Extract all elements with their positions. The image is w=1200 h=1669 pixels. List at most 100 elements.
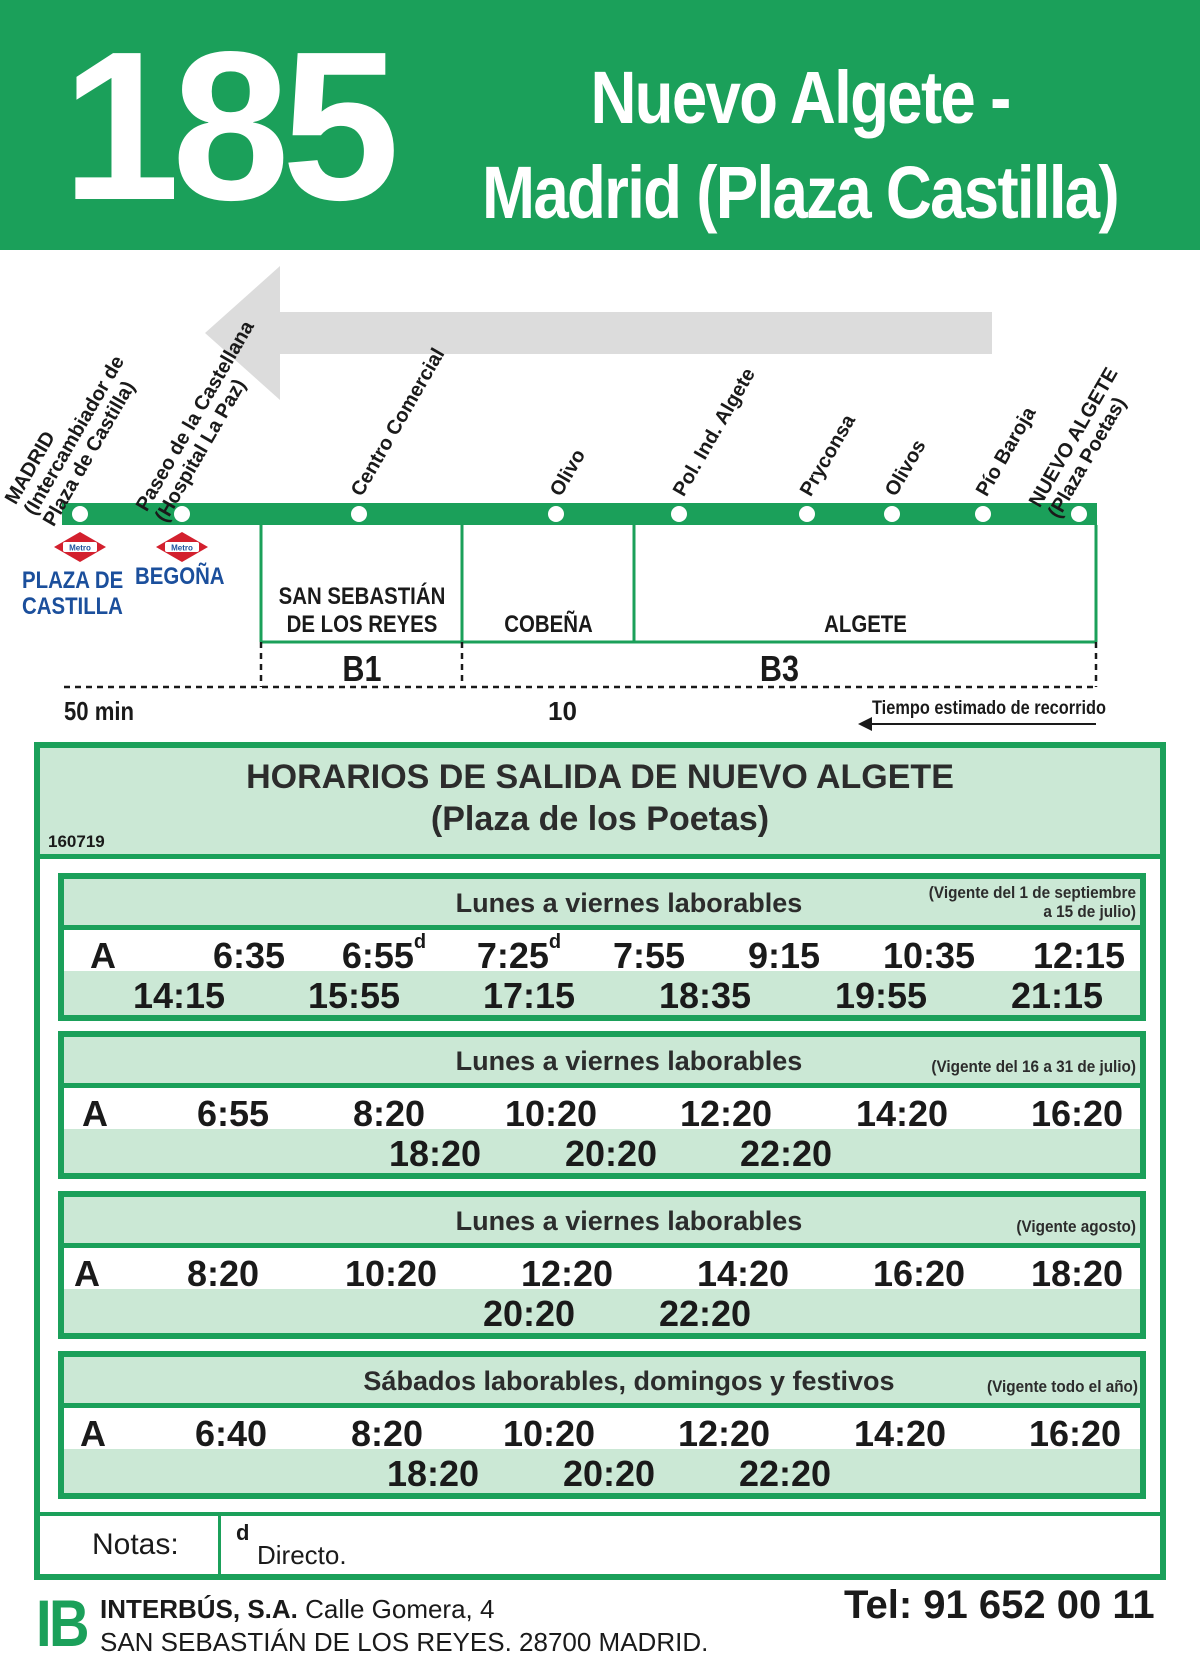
- departure-time: 7:25d: [476, 931, 562, 976]
- validity-note: (Vigente del 16 a 31 de julio): [931, 1057, 1136, 1076]
- notes-symbol: d: [236, 1520, 250, 1545]
- row-marker: A: [74, 1253, 100, 1294]
- zone-san-sebastian: SAN SEBASTIÁN DE LOS REYES: [278, 583, 446, 638]
- stop-dot: [1071, 506, 1087, 522]
- metro-badge-text: Metro: [171, 544, 193, 553]
- block-header: Lunes a viernes laborables (Vigente del …: [64, 879, 1140, 930]
- route-title-line2: Madrid (Plaza Castilla): [482, 151, 1120, 234]
- departure-time: 22:20: [738, 1453, 832, 1494]
- departure-time: 15:55: [307, 975, 401, 1016]
- footer-address-line2: SAN SEBASTIÁN DE LOS REYES. 28700 MADRID…: [100, 1627, 709, 1657]
- departure-time: 14:15: [132, 975, 226, 1016]
- departure-time: 10:20: [344, 1253, 438, 1294]
- departure-time: 14:20: [853, 1413, 947, 1454]
- departure-time: 20:20: [482, 1293, 576, 1334]
- departure-time: 9:15: [747, 935, 821, 976]
- fare-zone-b1: B1: [342, 648, 382, 689]
- departure-time: 12:20: [520, 1253, 614, 1294]
- notes-label: Notas:: [92, 1528, 179, 1561]
- block-header: Sábados laborables, domingos y festivos …: [64, 1357, 1140, 1408]
- footer-address-line1: INTERBÚS, S.A. Calle Gomera, 4: [100, 1594, 494, 1625]
- row-marker: A: [80, 1413, 106, 1454]
- departure-time: 6:55: [196, 1093, 270, 1134]
- validity-note: (Vigente todo el año): [986, 1377, 1138, 1396]
- stop-dot: [671, 506, 687, 522]
- zone-cobena: COBEÑA: [504, 611, 593, 638]
- metro-badge-text: Metro: [69, 544, 91, 553]
- notes-divider: [40, 1512, 1160, 1516]
- departure-time: 8:20: [186, 1253, 260, 1294]
- departure-time: 14:20: [855, 1093, 949, 1134]
- departure-time: 20:20: [564, 1133, 658, 1174]
- stop-dot: [548, 506, 564, 522]
- departure-time: 6:35: [212, 935, 286, 976]
- departure-time: 8:20: [352, 1093, 426, 1134]
- schedule-block-2: Lunes a viernes laborables (Vigente del …: [58, 1031, 1146, 1179]
- validity-note: (Vigente agosto): [1016, 1217, 1136, 1236]
- line-number: 185: [62, 7, 400, 244]
- schedule-title: HORARIOS DE SALIDA DE NUEVO ALGETE: [246, 758, 954, 796]
- direction-arrow: [205, 266, 992, 400]
- travel-time-partial: 10: [548, 696, 577, 726]
- travel-time-total: 50 min: [64, 696, 135, 726]
- departure-time: 18:20: [1030, 1253, 1124, 1294]
- schedule-block-4: Sábados laborables, domingos y festivos …: [58, 1351, 1146, 1499]
- route-line: [62, 503, 1097, 525]
- departure-time: 14:20: [696, 1253, 790, 1294]
- times-row-2-bg: [64, 1289, 1140, 1333]
- schedule-subtitle: (Plaza de los Poetas): [430, 800, 770, 838]
- block-header: Lunes a viernes laborables (Vigente agos…: [64, 1197, 1140, 1248]
- departure-time: 6:55d: [341, 931, 427, 976]
- interbus-logo: IB: [36, 1586, 90, 1660]
- metro-label-begona: BEGOÑA: [135, 563, 225, 590]
- stop-dot: [351, 506, 367, 522]
- direct-mark: d: [413, 931, 427, 953]
- departure-time: 20:20: [562, 1453, 656, 1494]
- stop-dot: [975, 506, 991, 522]
- street-address: Calle Gomera, 4: [305, 1594, 495, 1624]
- departure-time: 16:20: [1028, 1413, 1122, 1454]
- departure-time: 19:55: [834, 975, 928, 1016]
- phone-number: Tel: 91 652 00 11: [844, 1583, 1155, 1627]
- departure-time: 6:40: [194, 1413, 268, 1454]
- metro-label-plaza-castilla: PLAZA DE CASTILLA: [22, 567, 124, 620]
- stop-dot: [72, 506, 88, 522]
- fare-zone-b3: B3: [759, 648, 800, 689]
- stop-dot: [799, 506, 815, 522]
- time-arrow-head: [858, 717, 872, 731]
- departure-time: 12:15: [1032, 935, 1126, 976]
- block-header: Lunes a viernes laborables (Vigente del …: [64, 1037, 1140, 1088]
- departure-time: 10:20: [504, 1093, 598, 1134]
- departure-time: 21:15: [1010, 975, 1104, 1016]
- departure-time: 10:35: [882, 935, 976, 976]
- departure-time: 17:15: [482, 975, 576, 1016]
- departure-time: 16:20: [1030, 1093, 1124, 1134]
- notes-text: Directo.: [257, 1540, 347, 1570]
- schedule-code: 160719: [48, 832, 105, 851]
- departure-time: 22:20: [658, 1293, 752, 1334]
- metro-logo-1: Metro: [54, 532, 106, 562]
- departure-time: 10:20: [502, 1413, 596, 1454]
- departure-time: 12:20: [677, 1413, 771, 1454]
- company-name: INTERBÚS, S.A.: [100, 1594, 298, 1624]
- notes-separator: [218, 1516, 221, 1574]
- zone-algete: ALGETE: [824, 611, 907, 638]
- departure-time: 18:35: [658, 975, 752, 1016]
- schedule-block-1: Lunes a viernes laborables (Vigente del …: [58, 873, 1146, 1021]
- departure-time: 12:20: [679, 1093, 773, 1134]
- stop-dot: [884, 506, 900, 522]
- departure-time: 7:55: [612, 935, 686, 976]
- schedule-header: HORARIOS DE SALIDA DE NUEVO ALGETE (Plaz…: [40, 748, 1160, 859]
- departure-time: 16:20: [872, 1253, 966, 1294]
- route-title-line1: Nuevo Algete -: [590, 56, 1011, 139]
- schedule-block-3: Lunes a viernes laborables (Vigente agos…: [58, 1191, 1146, 1339]
- metro-logo-2: Metro: [156, 532, 208, 562]
- departure-time: 18:20: [386, 1453, 480, 1494]
- departure-time: 8:20: [350, 1413, 424, 1454]
- travel-time-legend: Tiempo estimado de recorrido: [872, 698, 1106, 719]
- validity-note: (Vigente del 1 de septiembre a 15 de juli…: [928, 883, 1136, 921]
- direct-mark: d: [548, 931, 562, 953]
- row-marker: A: [90, 935, 116, 976]
- departure-time: 22:20: [739, 1133, 833, 1174]
- row-marker: A: [82, 1093, 108, 1134]
